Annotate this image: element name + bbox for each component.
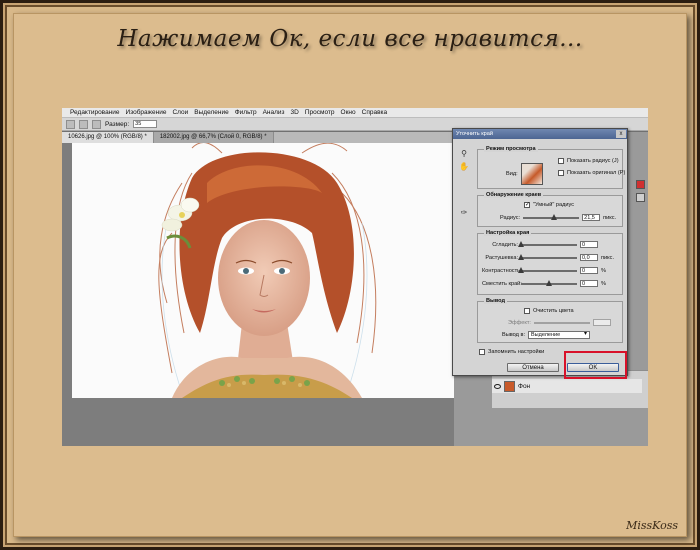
menu-item-analysis[interactable]: Анализ bbox=[263, 109, 285, 116]
brush-icon[interactable] bbox=[79, 119, 88, 129]
layer-name: Фон bbox=[518, 382, 531, 390]
view-mode-group: Режим просмотра Вид: Показать радиус (J)… bbox=[477, 146, 626, 189]
decontaminate-checkbox[interactable] bbox=[524, 308, 530, 314]
adjust-edge-title: Настройка края bbox=[484, 230, 532, 236]
output-title: Вывод bbox=[484, 298, 508, 304]
red-swatch[interactable] bbox=[636, 180, 645, 189]
menu-bar: Редактирование Изображение Слои Выделени… bbox=[62, 108, 648, 118]
smart-radius-label: "Умный" радиус bbox=[533, 202, 575, 208]
menu-item-edit[interactable]: Редактирование bbox=[70, 109, 120, 116]
menu-item-3d[interactable]: 3D bbox=[291, 109, 299, 116]
radius-label: Радиус: bbox=[500, 214, 521, 221]
amount-slider bbox=[533, 321, 590, 324]
menu-item-image[interactable]: Изображение bbox=[126, 109, 167, 116]
layer-row-background[interactable]: Фон bbox=[492, 379, 642, 393]
eye-icon[interactable] bbox=[494, 383, 501, 389]
radius-slider-knob[interactable] bbox=[550, 213, 557, 220]
view-mode-title: Режим просмотра bbox=[484, 146, 538, 152]
show-original-checkbox[interactable] bbox=[558, 170, 564, 176]
show-radius-label: Показать радиус (J) bbox=[567, 158, 619, 164]
radius-input[interactable]: 21,5 bbox=[582, 214, 601, 221]
ok-button-highlight bbox=[564, 351, 627, 379]
show-radius-checkbox[interactable] bbox=[558, 158, 564, 164]
contrast-knob[interactable] bbox=[518, 266, 524, 273]
adjust-edge-group: Настройка края Сгладить: 0 Растушевка: 0… bbox=[477, 230, 623, 295]
shift-edge-unit: % bbox=[601, 280, 606, 287]
contrast-input[interactable]: 0 bbox=[580, 267, 598, 274]
tutorial-caption: Нажимаем Ок, если все нравится... bbox=[117, 26, 583, 52]
hand-icon[interactable]: ✋ bbox=[459, 162, 469, 172]
refine-edge-dialog: Уточнить край x ⚲ ✋ ✑ Режим просмотра Ви… bbox=[452, 128, 628, 376]
shift-edge-label: Сместить край: bbox=[482, 280, 522, 287]
output-to-select[interactable]: Выделение bbox=[528, 331, 590, 339]
smooth-knob[interactable] bbox=[518, 240, 524, 247]
menu-item-help[interactable]: Справка bbox=[362, 109, 388, 116]
edge-detection-title: Обнаружение краев bbox=[484, 192, 544, 198]
feather-unit: пикс. bbox=[601, 254, 615, 261]
contrast-label: Контрастность: bbox=[482, 267, 522, 274]
show-original-label: Показать оригинал (P) bbox=[567, 170, 626, 176]
view-label: Вид: bbox=[506, 171, 518, 177]
shift-edge-slider[interactable] bbox=[521, 279, 577, 286]
feather-knob[interactable] bbox=[518, 253, 524, 260]
size-label: Размер: bbox=[105, 120, 130, 128]
smooth-input[interactable]: 0 bbox=[580, 241, 598, 248]
swatch-column bbox=[636, 180, 645, 206]
dialog-tools: ⚲ ✋ ✑ bbox=[459, 149, 471, 221]
tab-document-2[interactable]: 182002.jpg @ 66,7% (Слой 0, RGB/8) * bbox=[153, 132, 274, 143]
remember-settings-checkbox[interactable] bbox=[479, 349, 485, 355]
zoom-icon[interactable]: ⚲ bbox=[459, 149, 469, 159]
portrait-photo bbox=[72, 143, 454, 398]
output-group: Вывод Очистить цвета Эффект: Вывод в: Вы… bbox=[477, 298, 623, 343]
dialog-title: Уточнить край bbox=[456, 131, 493, 137]
radius-unit: пикс. bbox=[603, 214, 617, 221]
feather-input[interactable]: 0,0 bbox=[580, 254, 598, 261]
radius-slider[interactable] bbox=[523, 213, 580, 220]
brush-erase-icon[interactable] bbox=[92, 119, 101, 129]
menu-item-filter[interactable]: Фильтр bbox=[235, 109, 257, 116]
shift-edge-knob[interactable] bbox=[546, 279, 552, 286]
smooth-label: Сгладить: bbox=[492, 241, 518, 248]
tool-preset-icon[interactable] bbox=[66, 119, 75, 129]
contrast-unit: % bbox=[601, 267, 606, 274]
tab-document-1[interactable]: 10626.jpg @ 100% (RGB/8) * bbox=[62, 132, 154, 143]
menu-item-view[interactable]: Просмотр bbox=[305, 109, 335, 116]
cancel-button[interactable]: Отмена bbox=[507, 363, 559, 372]
view-mode-thumbnail[interactable] bbox=[520, 163, 543, 185]
smart-radius-checkbox[interactable]: ✓ bbox=[524, 202, 530, 208]
remember-settings-label: Запомнить настройки bbox=[488, 349, 545, 355]
output-to-label: Вывод в: bbox=[502, 332, 525, 338]
close-button[interactable]: x bbox=[616, 130, 626, 138]
document-canvas[interactable] bbox=[72, 143, 454, 398]
menu-item-select[interactable]: Выделение bbox=[194, 109, 228, 116]
amount-input bbox=[592, 319, 611, 326]
refine-radius-brush-icon[interactable]: ✑ bbox=[459, 208, 469, 218]
edge-detection-group: Обнаружение краев ✓ "Умный" радиус Радиу… bbox=[477, 192, 623, 227]
menu-item-layers[interactable]: Слои bbox=[172, 109, 188, 116]
layer-thumbnail bbox=[504, 380, 515, 392]
smooth-slider[interactable] bbox=[518, 240, 577, 247]
menu-item-window[interactable]: Окно bbox=[341, 109, 356, 116]
size-input[interactable]: 35 bbox=[133, 120, 158, 128]
shift-edge-input[interactable]: 0 bbox=[580, 280, 598, 287]
author-signature: MissKoss bbox=[626, 519, 678, 532]
feather-slider[interactable] bbox=[518, 253, 577, 260]
contrast-slider[interactable] bbox=[518, 266, 577, 273]
decontaminate-label: Очистить цвета bbox=[533, 308, 574, 314]
document-tabs: 10626.jpg @ 100% (RGB/8) * 182002.jpg @ … bbox=[62, 132, 454, 143]
gray-swatch[interactable] bbox=[636, 193, 645, 202]
amount-label: Эффект: bbox=[508, 319, 531, 326]
feather-label: Растушевка: bbox=[485, 254, 518, 261]
dialog-title-bar: Уточнить край x bbox=[453, 129, 627, 139]
